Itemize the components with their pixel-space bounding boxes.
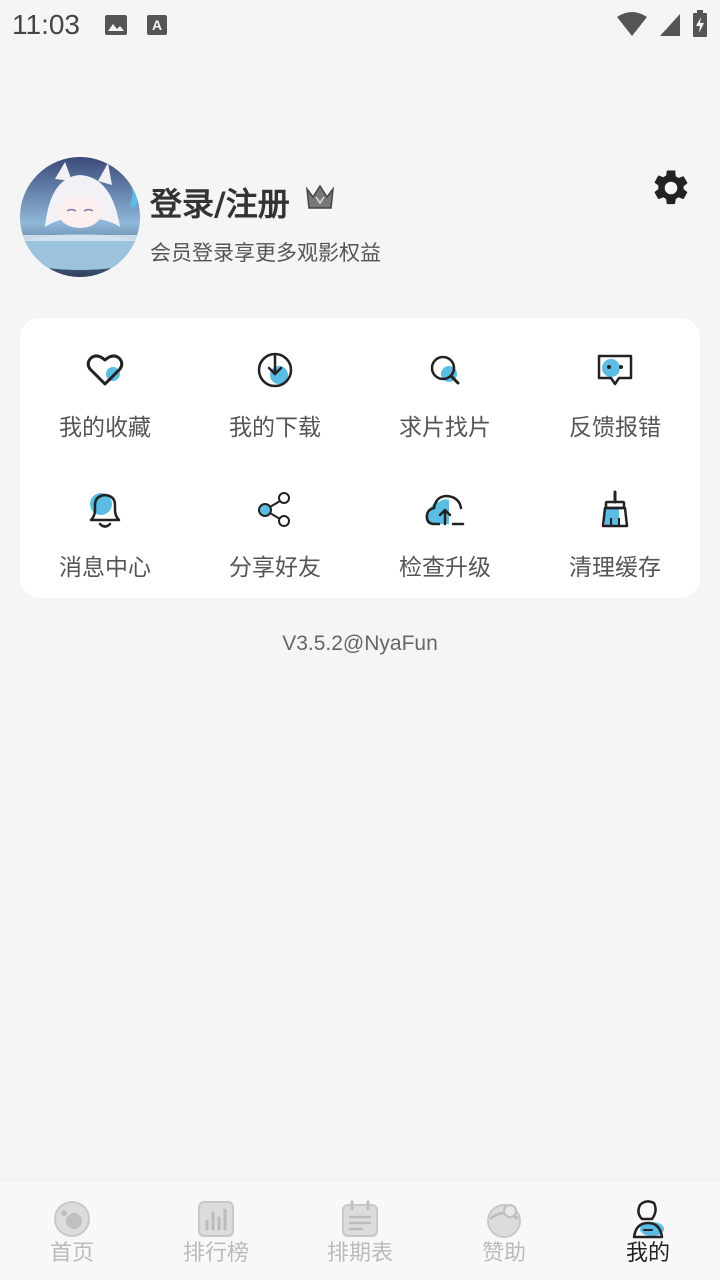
status-bar: 11:03 A (0, 0, 720, 50)
nav-label: 排行榜 (182, 1241, 249, 1266)
grid-label: 求片找片 (399, 415, 491, 441)
grid-label: 检查升级 (399, 555, 491, 581)
heart-icon (86, 354, 124, 386)
broom-icon (601, 490, 629, 528)
nav-label: 我的 (625, 1241, 670, 1266)
grid-item-feedback[interactable]: 反馈报错 (530, 318, 700, 448)
grid-label: 分享好友 (229, 555, 321, 581)
login-register-title[interactable]: 登录/注册 (150, 179, 290, 225)
profile-header[interactable]: 登录/注册 会员登录享更多观影权益 (20, 157, 700, 279)
nav-profile[interactable]: 我的 (576, 1181, 720, 1280)
signal-icon (660, 14, 680, 36)
grid-item-clear-cache[interactable]: 清理缓存 (530, 458, 700, 588)
nav-label: 赞助 (481, 1241, 526, 1266)
avatar[interactable] (20, 157, 140, 277)
bell-icon (89, 493, 121, 528)
grid-item-messages[interactable]: 消息中心 (20, 458, 190, 588)
nav-home[interactable]: 首页 (0, 1181, 144, 1280)
svg-text:A: A (152, 17, 162, 33)
status-time: 11:03 (12, 9, 80, 40)
crown-icon (305, 184, 335, 209)
login-subtitle: 会员登录享更多观影权益 (150, 241, 381, 265)
download-icon (257, 352, 293, 388)
sponsor-icon (487, 1204, 521, 1238)
share-icon (258, 492, 290, 527)
grid-label: 消息中心 (59, 555, 151, 581)
ranking-icon (198, 1201, 234, 1237)
grid-label: 清理缓存 (569, 555, 661, 581)
feedback-icon (597, 354, 633, 386)
cloud-upload-icon (425, 494, 465, 526)
nav-label: 首页 (49, 1241, 94, 1266)
grid-item-favorites[interactable]: 我的收藏 (20, 318, 190, 448)
feature-grid-card: 我的收藏 我的下载 求片找片 反馈报错 消息中心 分享好友 检查升级 清理缓存 (20, 318, 700, 598)
grid-label: 我的收藏 (59, 415, 151, 441)
nav-label: 排期表 (326, 1241, 393, 1266)
search-icon (430, 355, 460, 385)
gear-icon[interactable] (650, 167, 692, 209)
grid-label: 反馈报错 (569, 415, 661, 441)
grid-item-downloads[interactable]: 我的下载 (190, 318, 360, 448)
nav-sponsor[interactable]: 赞助 (432, 1181, 576, 1280)
profile-icon (632, 1200, 664, 1239)
grid-item-update[interactable]: 检查升级 (360, 458, 530, 588)
bottom-nav: 首页 排行榜 排期表 赞助 我的 (0, 1180, 720, 1280)
battery-charging-icon (693, 10, 707, 37)
grid-item-share[interactable]: 分享好友 (190, 458, 360, 588)
home-icon (54, 1201, 90, 1237)
nav-ranking[interactable]: 排行榜 (144, 1181, 288, 1280)
grid-label: 我的下载 (229, 415, 321, 441)
image-icon (105, 15, 127, 35)
nav-schedule[interactable]: 排期表 (288, 1181, 432, 1280)
version-text: V3.5.2@NyaFun (282, 632, 438, 655)
wifi-icon (617, 12, 647, 36)
grid-item-request[interactable]: 求片找片 (360, 318, 530, 448)
text-a-icon: A (147, 15, 167, 35)
schedule-icon (342, 1200, 378, 1237)
